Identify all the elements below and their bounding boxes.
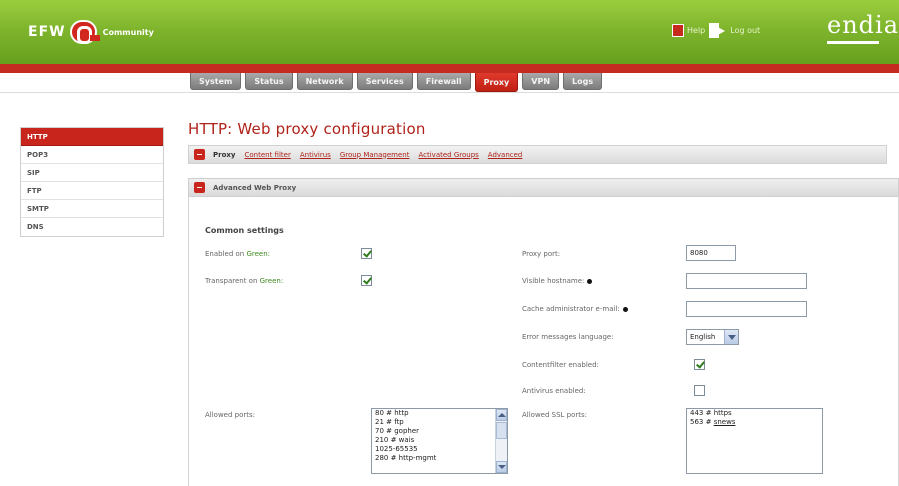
transparent-on-green-checkbox[interactable] [361, 275, 372, 286]
list-item: 563 # snews [687, 418, 822, 427]
nav-tab-network[interactable]: Network [296, 73, 353, 90]
collapse-icon[interactable] [194, 149, 205, 160]
contentfilter-checkbox[interactable] [694, 359, 705, 370]
subtab-content-filter[interactable]: Content filter [244, 151, 290, 159]
visible-hostname-input[interactable] [686, 273, 807, 289]
sidebar-item-smtp[interactable]: SMTP [21, 200, 163, 218]
error-lang-label: Error messages language: [522, 333, 614, 341]
nav-tab-status[interactable]: Status [245, 73, 293, 90]
ssl-port-number: 563 # [690, 418, 714, 426]
cache-admin-email-input[interactable] [686, 301, 807, 317]
allowed-ports-label: Allowed ports: [205, 411, 256, 419]
list-item: 443 # https [687, 409, 822, 418]
subtab-group-management[interactable]: Group Management [340, 151, 410, 159]
enabled-on-prefix: Enabled on [205, 250, 247, 258]
list-item: 80 # http [375, 409, 409, 417]
sidebar-item-ftp[interactable]: FTP [21, 182, 163, 200]
transparent-prefix: Transparent on [205, 277, 260, 285]
allowed-ssl-ports-textarea[interactable]: 443 # https 563 # snews [686, 408, 823, 474]
error-lang-select[interactable]: English [686, 329, 739, 345]
contentfilter-label: Contentfilter enabled: [522, 361, 599, 369]
cache-admin-label: Cache administrator e-mail: [522, 305, 628, 313]
enabled-on-label: Enabled on Green: [205, 250, 270, 258]
logo-mark-icon [69, 20, 100, 44]
sidebar-item-http[interactable]: HTTP [21, 128, 163, 146]
error-lang-value: English [690, 333, 716, 341]
help-link[interactable]: Help [687, 26, 705, 35]
brand-underline [827, 41, 879, 44]
scroll-down-icon[interactable] [496, 461, 507, 473]
proxy-subtabs: Proxy Content filter Antivirus Group Man… [188, 145, 887, 164]
divider [0, 92, 899, 93]
visible-hostname-label: Visible hostname: [522, 277, 593, 285]
subtab-antivirus[interactable]: Antivirus [300, 151, 331, 159]
logo-subtitle: Community [102, 27, 154, 37]
cache-admin-text: Cache administrator e-mail: [522, 305, 620, 313]
transparent-label: Transparent on Green: [205, 277, 283, 285]
transparent-zone: Green: [259, 277, 284, 285]
nav-tab-firewall[interactable]: Firewall [416, 73, 471, 90]
visible-hostname-text: Visible hostname: [522, 277, 585, 285]
list-item: 70 # gopher [375, 427, 420, 435]
ssl-port-number: 443 # [690, 409, 714, 417]
endian-brand: endian [827, 11, 899, 39]
required-dot-icon [587, 278, 593, 284]
list-item: 210 # wais [375, 436, 415, 444]
sidebar-item-pop3[interactable]: POP3 [21, 146, 163, 164]
header-red-bar [0, 64, 899, 73]
ssl-port-name: https [713, 409, 732, 417]
list-item: 1025-65535 [375, 445, 418, 453]
proxy-port-input[interactable] [686, 245, 736, 261]
subtab-proxy[interactable]: Proxy [213, 151, 235, 159]
list-item: 280 # http-mgmt [375, 454, 437, 462]
nav-tab-vpn[interactable]: VPN [522, 73, 560, 90]
required-dot-icon [622, 306, 628, 312]
scroll-up-icon[interactable] [496, 409, 507, 421]
enabled-on-green-checkbox[interactable] [361, 248, 372, 259]
logout-link[interactable]: Log out [730, 26, 760, 35]
sidebar-item-dns[interactable]: DNS [21, 218, 163, 236]
collapse-section-icon[interactable] [194, 182, 205, 193]
app-header: EFW Community Help Log out endian [0, 0, 899, 64]
efw-logo[interactable]: EFW Community [28, 19, 154, 45]
enabled-on-zone: Green: [246, 250, 271, 258]
nav-tab-logs[interactable]: Logs [563, 73, 603, 90]
allowed-ssl-label: Allowed SSL ports: [522, 411, 588, 419]
group-title: Common settings [205, 226, 284, 235]
logout-icon[interactable] [709, 23, 727, 38]
logo-text: EFW [28, 24, 66, 40]
nav-tab-proxy[interactable]: Proxy [474, 73, 519, 92]
proxy-port-label: Proxy port: [522, 250, 561, 258]
scroll-thumb[interactable] [496, 422, 507, 439]
allowed-ports-textarea[interactable]: 80 # http 21 # ftp 70 # gopher 210 # wai… [371, 408, 508, 474]
sidebar-item-sip[interactable]: SIP [21, 164, 163, 182]
list-item: 21 # ftp [375, 418, 404, 426]
antivirus-label: Antivirus enabled: [522, 387, 586, 395]
ssl-port-name: snews [713, 418, 736, 426]
header-links: Help Log out [672, 23, 760, 38]
help-icon[interactable] [672, 24, 684, 37]
page-title: HTTP: Web proxy configuration [188, 120, 426, 138]
subtab-activated-groups[interactable]: Activated Groups [418, 151, 478, 159]
main-nav: System Status Network Services Firewall … [190, 73, 606, 92]
section-header[interactable]: Advanced Web Proxy [188, 178, 899, 197]
nav-tab-system[interactable]: System [190, 73, 242, 90]
subtab-advanced[interactable]: Advanced [488, 151, 523, 159]
scrollbar[interactable] [495, 409, 507, 473]
section-title: Advanced Web Proxy [213, 183, 297, 192]
chevron-down-icon[interactable] [724, 330, 738, 344]
nav-tab-services[interactable]: Services [356, 73, 413, 90]
proxy-sidebar: HTTP POP3 SIP FTP SMTP DNS [20, 127, 164, 237]
antivirus-checkbox[interactable] [694, 385, 705, 396]
